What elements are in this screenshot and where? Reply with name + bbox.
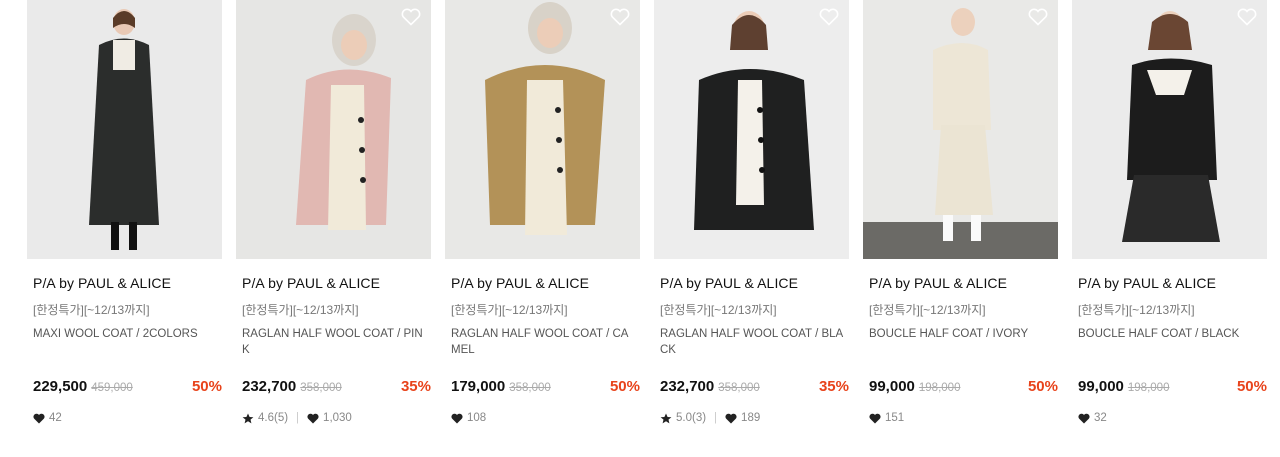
product-card[interactable]: P/A by PAUL & ALICE [한정특가][~12/13까지] RAG… [654, 0, 849, 424]
product-photo [1072, 0, 1267, 259]
brand-name[interactable]: P/A by PAUL & ALICE [33, 275, 222, 291]
product-name[interactable]: RAGLAN HALF WOOL COAT / PINK [242, 326, 427, 360]
meta-row: 4.6(5) | 1,030 [242, 412, 431, 424]
heart-icon [451, 413, 463, 423]
product-name[interactable]: BOUCLE HALF COAT / BLACK [1078, 326, 1263, 360]
product-name[interactable]: MAXI WOOL COAT / 2COLORS [33, 326, 218, 360]
like-count: 151 [885, 412, 905, 424]
meta-row: 108 [451, 412, 640, 424]
brand-name[interactable]: P/A by PAUL & ALICE [451, 275, 640, 291]
promo-label: [한정특가][~12/13까지] [660, 303, 777, 317]
wishlist-heart-icon[interactable] [1237, 8, 1257, 26]
meta-row: 151 [869, 412, 1058, 424]
product-card[interactable]: P/A by PAUL & ALICE [한정특가][~12/13까지] RAG… [445, 0, 640, 424]
wishlist-heart-icon[interactable] [610, 8, 630, 26]
price-row: 99,000 198,000 50% [1078, 378, 1267, 396]
product-image[interactable] [236, 0, 431, 259]
discount-rate: 50% [1236, 378, 1267, 395]
brand-name[interactable]: P/A by PAUL & ALICE [660, 275, 849, 291]
wishlist-heart-icon[interactable] [819, 8, 839, 26]
product-card[interactable]: P/A by PAUL & ALICE [한정특가][~12/13까지] BOU… [863, 0, 1058, 424]
discount-rate: 50% [1027, 378, 1058, 395]
original-price: 198,000 [918, 382, 961, 394]
sale-price: 179,000 [451, 378, 506, 395]
product-name[interactable]: RAGLAN HALF WOOL COAT / CAMEL [451, 326, 636, 360]
brand-name[interactable]: P/A by PAUL & ALICE [869, 275, 1058, 291]
product-grid: P/A by PAUL & ALICE [한정특가][~12/13까지] MAX… [0, 0, 1280, 457]
product-photo [236, 0, 431, 259]
discount-rate: 35% [818, 378, 849, 395]
original-price: 358,000 [509, 382, 551, 394]
meta-divider: | [296, 412, 300, 424]
sale-price: 232,700 [242, 378, 297, 395]
promo-label: [한정특가][~12/13까지] [242, 303, 359, 317]
like-count: 189 [741, 412, 761, 424]
original-price: 358,000 [300, 382, 342, 394]
promo-label: [한정특가][~12/13까지] [451, 303, 568, 317]
like-count: 108 [467, 412, 487, 424]
product-card[interactable]: P/A by PAUL & ALICE [한정특가][~12/13까지] MAX… [27, 0, 222, 424]
product-card[interactable]: P/A by PAUL & ALICE [한정특가][~12/13까지] RAG… [236, 0, 431, 424]
price-row: 232,700 358,000 35% [242, 378, 431, 396]
like-count: 1,030 [323, 412, 352, 424]
meta-row: 42 [33, 412, 222, 424]
meta-divider: | [714, 412, 718, 424]
star-icon [660, 413, 672, 423]
sale-price: 232,700 [660, 378, 715, 395]
meta-row: 32 [1078, 412, 1267, 424]
promo-label: [한정특가][~12/13까지] [1078, 303, 1195, 317]
sale-price: 229,500 [33, 378, 88, 395]
heart-icon [33, 413, 45, 423]
discount-rate: 35% [400, 378, 431, 395]
like-count: 42 [49, 412, 62, 424]
product-photo [27, 0, 222, 259]
price-row: 99,000 198,000 50% [869, 378, 1058, 396]
product-image[interactable] [27, 0, 222, 259]
discount-rate: 50% [609, 378, 640, 395]
product-image[interactable] [445, 0, 640, 259]
star-icon [242, 413, 254, 423]
like-count: 32 [1094, 412, 1107, 424]
sale-price: 99,000 [869, 378, 915, 395]
product-image[interactable] [1072, 0, 1267, 259]
product-card[interactable]: P/A by PAUL & ALICE [한정특가][~12/13까지] BOU… [1072, 0, 1267, 424]
brand-name[interactable]: P/A by PAUL & ALICE [1078, 275, 1267, 291]
price-row: 232,700 358,000 35% [660, 378, 849, 396]
rating-value: 5.0(3) [676, 412, 707, 424]
heart-icon [725, 413, 737, 423]
heart-icon [869, 413, 881, 423]
product-photo [654, 0, 849, 259]
wishlist-heart-icon[interactable] [1028, 8, 1048, 26]
product-image[interactable] [863, 0, 1058, 259]
brand-name[interactable]: P/A by PAUL & ALICE [242, 275, 431, 291]
original-price: 459,000 [91, 382, 133, 394]
product-photo [445, 0, 640, 259]
heart-icon [1078, 413, 1090, 423]
price-row: 179,000 358,000 50% [451, 378, 640, 396]
product-name[interactable]: RAGLAN HALF WOOL COAT / BLACK [660, 326, 845, 360]
product-image[interactable] [654, 0, 849, 259]
original-price: 198,000 [1127, 382, 1170, 394]
original-price: 358,000 [718, 382, 760, 394]
promo-label: [한정특가][~12/13까지] [869, 303, 986, 317]
price-row: 229,500 459,000 50% [33, 378, 222, 396]
product-photo [863, 0, 1058, 259]
heart-icon [307, 413, 319, 423]
product-name[interactable]: BOUCLE HALF COAT / IVORY [869, 326, 1054, 360]
discount-rate: 50% [191, 378, 222, 395]
rating-value: 4.6(5) [258, 412, 289, 424]
sale-price: 99,000 [1078, 378, 1124, 395]
meta-row: 5.0(3) | 189 [660, 412, 849, 424]
promo-label: [한정특가][~12/13까지] [33, 303, 150, 317]
wishlist-heart-icon[interactable] [401, 8, 421, 26]
